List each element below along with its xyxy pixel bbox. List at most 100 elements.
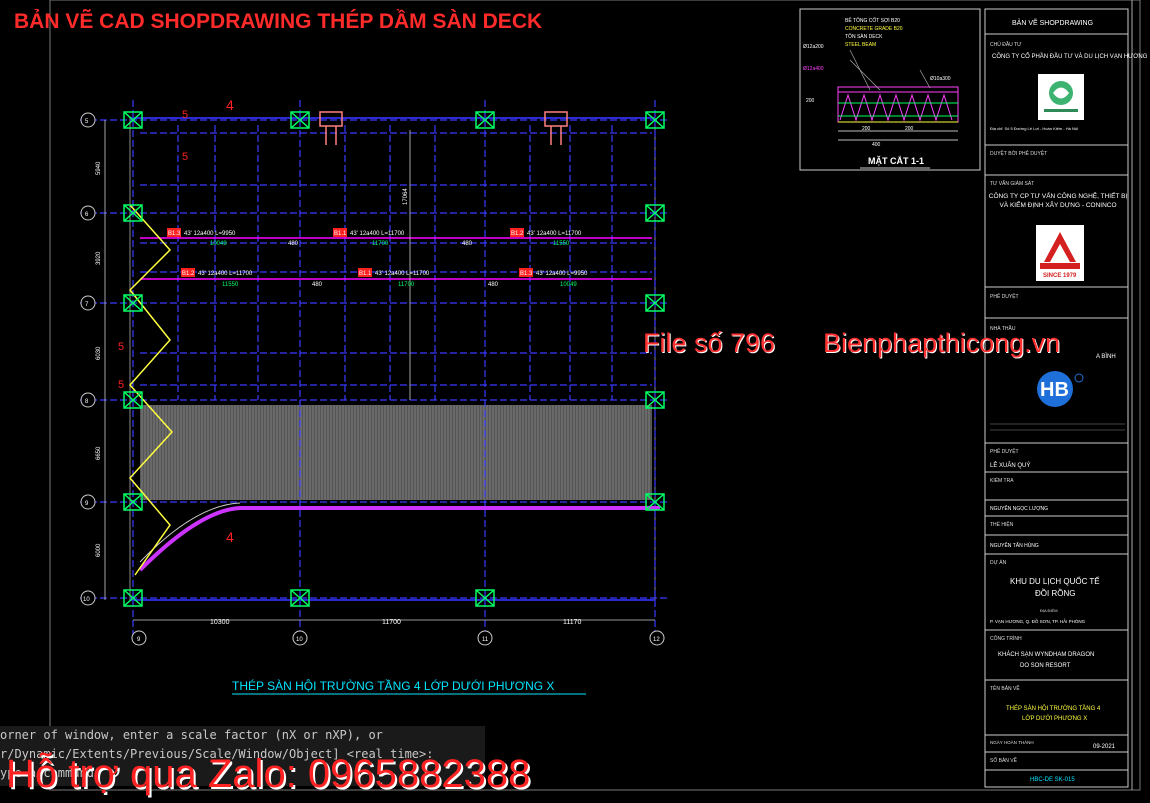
drawing-name-1: THÉP SÀN HỘI TRƯỜNG TẦNG 4 — [1006, 705, 1101, 712]
left-dim-4: 6650 — [96, 446, 102, 460]
section-detail — [799, 8, 981, 171]
approve2-label: PHÊ DUYỆT — [990, 292, 1019, 300]
left-dim-5: 6000 — [96, 543, 102, 557]
watermark-site: Bienphapthicong.vn — [823, 328, 1061, 358]
titleblock-header: BẢN VẼ SHOPDRAWING — [1012, 18, 1093, 27]
project-name-1: KHU DU LỊCH QUỐC TẾ — [1010, 576, 1100, 586]
person-1: LÊ XUÂN QUÝ — [990, 461, 1030, 469]
r2-b11-tag: B1.1 — [359, 271, 372, 277]
r2-b12-spec: 43' 12a400 L=11700 — [198, 271, 253, 277]
project-name-2: ĐỒI RỒNG — [1035, 588, 1075, 598]
section-label-5: Ø12a200 — [803, 44, 824, 50]
section-label-3: TÔN SÀN DECK — [845, 33, 883, 40]
project-label: DỰ ÁN — [990, 559, 1007, 566]
date-label: NGÀY HOÀN THÀNH — [990, 739, 1034, 745]
column-markers — [123, 111, 665, 607]
person-3: NGUYỄN TẤN HÙNG — [990, 542, 1039, 549]
investor-address: Địa chỉ: Số 5 Đường Lê Lợi - Hoàn Kiếm -… — [990, 126, 1078, 131]
investor-logo — [1038, 74, 1084, 120]
section-label-6: Ø12a400 — [803, 66, 824, 72]
r1-b11-tag: B1.1 — [334, 231, 347, 237]
date-value: 09-2021 — [1093, 744, 1116, 750]
r2-b13-tag: B1.3 — [520, 271, 533, 277]
location: P. VẠN HƯƠNG, Q. ĐỒ SƠN, TP. HẢI PHÒNG — [990, 618, 1086, 624]
investor-label: CHỦ ĐẦU TƯ — [990, 41, 1022, 48]
vertical-dim: 17064 — [403, 188, 409, 205]
left-dim-1: 5940 — [96, 161, 102, 175]
section-title: MẶT CẮT 1-1 — [868, 156, 924, 166]
section-label-7: Ø10a300 — [930, 76, 951, 82]
command-history-1: orner of window, enter a scale factor (n… — [0, 728, 383, 742]
sheet-label: SỐ BẢN VẼ — [990, 757, 1018, 764]
r2-b12-tag: B1.2 — [182, 271, 195, 277]
r1-b13-len: 10049 — [210, 241, 227, 247]
header-title: BẢN VẼ CAD SHOPDRAWING THÉP DẦM SÀN DECK — [14, 10, 543, 33]
grid-bottom-2: 10 — [296, 637, 303, 643]
section-label-2: CONCRETE GRADE B20 — [845, 26, 903, 32]
r2-b13-len: 10049 — [560, 282, 577, 288]
grid-bubbles-left — [80, 112, 96, 606]
red-marker-2: 5 — [182, 109, 188, 121]
investor-name: CÔNG TY CỔ PHẦN ĐẦU TƯ VÀ DU LỊCH VẠN HƯ… — [992, 53, 1148, 60]
section-label-1: BÊ TÔNG CỐT SỢI B20 — [845, 16, 900, 24]
r2-b12-len: 11550 — [222, 282, 239, 288]
since-text: SINCE 1979 — [1043, 273, 1077, 279]
section-dim-4: 200 — [806, 98, 815, 104]
svg-text:HB: HB — [1040, 379, 1069, 401]
grid-bottom-4: 12 — [653, 637, 660, 643]
sheet-no: HBC-DE SK-015 — [1030, 777, 1075, 783]
red-marker-4: 5 — [118, 341, 124, 353]
draw-label: THỂ HIỆN — [990, 520, 1014, 528]
r1-b12-len: 11550 — [553, 241, 570, 247]
r1-b12-spec: 43' 12a400 L=11700 — [527, 231, 582, 237]
r1-b11-len: 11700 — [372, 241, 389, 247]
work-name-2: DO SON RESORT — [1020, 663, 1071, 669]
work-label: CÔNG TRÌNH — [990, 635, 1022, 642]
person-2: NGUYỄN NGỌC LƯỢNG — [990, 505, 1048, 512]
grid-bubbles-bottom — [131, 630, 665, 646]
red-marker-3: 5 — [182, 151, 188, 163]
r1-b11-spec: 43' 12a400 L=11700 — [350, 231, 405, 237]
contractor-logo: HB — [1037, 371, 1084, 407]
left-dim-2: 3920 — [96, 251, 102, 265]
r1-b12-tag: B1.2 — [511, 231, 524, 237]
drawing-label: TÊN BẢN VẼ — [990, 684, 1020, 692]
section-label-4: STEEL BEAM — [845, 42, 876, 48]
supervisor-label: TƯ VẤN GIÁM SÁT — [990, 180, 1034, 187]
bottom-dim-3: 11170 — [563, 619, 582, 626]
location-label: ĐỊA ĐIỂM — [1040, 608, 1058, 613]
investor-name-text: CÔNG TY CỔ PHẦN ĐẦU TƯ VÀ DU LỊCH VẠN HƯ… — [992, 53, 1148, 60]
watermark-file-no: File số 796 — [643, 328, 776, 358]
r1-b13-spec: 43' 12a400 L=9950 — [184, 231, 236, 237]
approval-label: DUYỆT BỞI PHÊ DUYỆT — [990, 149, 1047, 157]
r2-b11-spec: 43' 12a400 L=11700 — [375, 271, 430, 277]
left-dim-3: 6030 — [96, 346, 102, 360]
section-dim-2: 400 — [872, 142, 881, 148]
work-name-1: KHÁCH SẠN WYNDHAM DRAGON — [998, 651, 1094, 658]
r2-b11-len: 11700 — [398, 282, 415, 288]
section-dim-1: 200 — [862, 126, 871, 132]
r2-lap-b: 480 — [488, 282, 499, 288]
section-dim-3: 200 — [905, 126, 914, 132]
drawing-name-2: LỚP DƯỚI PHƯƠNG X — [1022, 715, 1087, 722]
r1-b13-tag: B1.3 — [168, 231, 181, 237]
red-marker-6: 4 — [226, 529, 234, 545]
grid-left-6: 10 — [83, 597, 90, 603]
r1-lap-b: 480 — [462, 241, 473, 247]
zalo-support-banner: Hỗ trợ qua Zalo: 0965882388 — [6, 752, 531, 796]
check-label: KIỂM TRA — [990, 477, 1014, 484]
r2-b13-spec: 43' 12a400 L=9950 — [536, 271, 588, 277]
approve3-label: PHÊ DUYỆT — [990, 447, 1019, 455]
grid-bottom-3: 11 — [482, 637, 489, 643]
supervisor-name: CÔNG TY CP TƯ VẤN CÔNG NGHỆ, THIẾT BỊ VÀ… — [988, 193, 1128, 209]
contractor-partial: A BÌNH — [1096, 353, 1116, 360]
r1-lap-a: 480 — [288, 241, 299, 247]
red-marker-5: 5 — [118, 379, 124, 391]
bottom-dim-1: 10300 — [210, 619, 230, 626]
cad-canvas[interactable]: BÊ TÔNG CỐT SỢI B20 CONCRETE GRADE B20 T… — [0, 0, 1150, 803]
floor-plan — [80, 100, 670, 640]
bottom-dim-2: 11700 — [382, 619, 401, 626]
r2-lap-a: 480 — [312, 282, 323, 288]
red-marker-1: 4 — [226, 97, 234, 113]
plan-caption: THÉP SÀN HỘI TRƯỜNG TẦNG 4 LỚP DƯỚI PHƯƠ… — [232, 678, 554, 693]
